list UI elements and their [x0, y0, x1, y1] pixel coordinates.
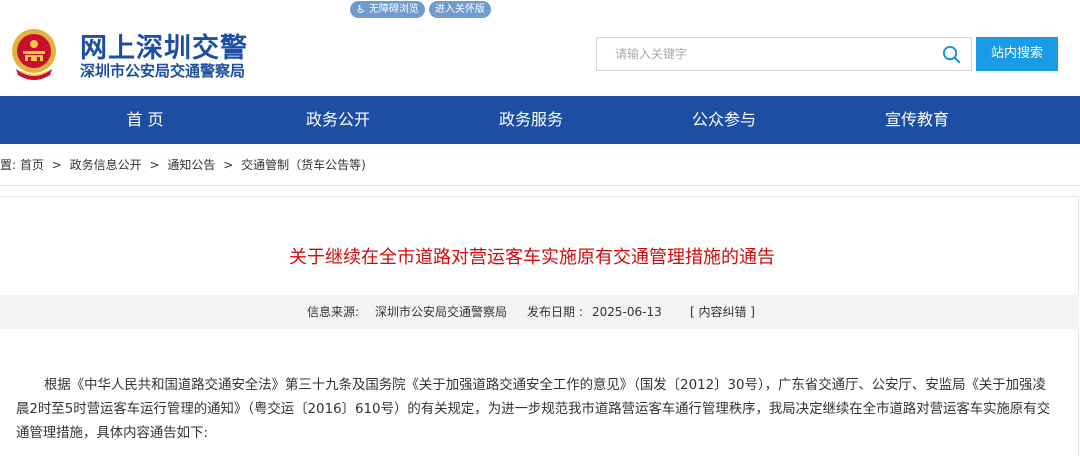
site-search-button[interactable]: 站内搜索: [976, 37, 1058, 71]
breadcrumb-traffic-control[interactable]: 交通管制（货车公告等): [241, 158, 366, 172]
article-body: 根据《中华人民共和国道路交通安全法》第三十九条及国务院《关于加强道路交通安全工作…: [16, 374, 1056, 446]
breadcrumb-separator: >: [149, 158, 160, 172]
barrier-free-label: 无障碍浏览: [368, 4, 419, 15]
breadcrumb-separator: >: [51, 158, 62, 172]
breadcrumb-separator: >: [223, 158, 234, 172]
breadcrumb-divider: [0, 185, 1080, 186]
content-correction-link[interactable]: [ 内容纠错 ]: [690, 295, 755, 329]
search-icon[interactable]: [942, 45, 961, 64]
search-box: [596, 37, 972, 71]
main-nav: 首 页 政务公开 政务服务 公众参与 宣传教育: [0, 96, 1080, 144]
breadcrumb-gov-info[interactable]: 政务信息公开: [70, 158, 142, 172]
police-emblem-logo[interactable]: [8, 27, 60, 83]
article-meta: 信息来源: 深圳市公安局交通警察局 发布日期 : 2025-06-13 [ 内容…: [0, 295, 1079, 329]
elder-mode-label: 进入关怀版: [434, 4, 485, 15]
breadcrumb-prefix: 位置:: [0, 158, 17, 172]
wheelchair-icon: ♿: [356, 3, 366, 16]
breadcrumb: 位置: 首页 > 政务信息公开 > 通知公告 > 交通管制（货车公告等): [0, 156, 366, 173]
nav-item-public-participation[interactable]: 公众参与: [649, 96, 799, 144]
nav-item-home[interactable]: 首 页: [70, 96, 220, 144]
barrier-free-button[interactable]: ♿ 无障碍浏览: [350, 1, 425, 18]
breadcrumb-notices[interactable]: 通知公告: [167, 158, 215, 172]
date-label: 发布日期 :: [527, 305, 583, 319]
nav-item-publicity-education[interactable]: 宣传教育: [842, 96, 992, 144]
nav-item-government-services[interactable]: 政务服务: [456, 96, 606, 144]
article-paragraph: 根据《中华人民共和国道路交通安全法》第三十九条及国务院《关于加强道路交通安全工作…: [16, 378, 1051, 441]
site-subtitle: 深圳市公安局交通警察局: [80, 62, 246, 80]
accessibility-bar: ♿ 无障碍浏览 进入关怀版: [350, 1, 491, 19]
search-input[interactable]: [597, 38, 927, 70]
breadcrumb-home[interactable]: 首页: [20, 158, 44, 172]
source-value: 深圳市公安局交通警察局: [375, 305, 508, 319]
nav-item-government-affairs[interactable]: 政务公开: [263, 96, 413, 144]
article-title: 关于继续在全市道路对营运客车实施原有交通管理措施的通告: [289, 247, 775, 268]
source-label: 信息来源:: [307, 305, 360, 319]
date-value: 2025-06-13: [592, 305, 662, 319]
elder-mode-button[interactable]: 进入关怀版: [428, 1, 491, 18]
